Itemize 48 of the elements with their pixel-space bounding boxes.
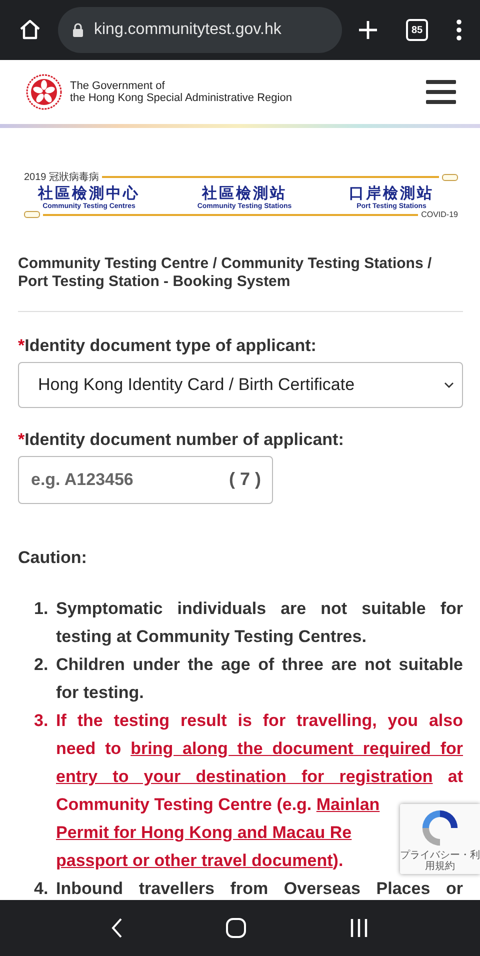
- document-type-select[interactable]: Hong Kong Identity Card / Birth Certificate: [18, 362, 463, 408]
- caution-text: If the testing result is for travelling, you also: [56, 710, 463, 732]
- tab-count-button[interactable]: 85: [406, 19, 428, 41]
- caution-text: entry to your destination for registration at: [56, 766, 463, 788]
- government-name: The Government of: [70, 80, 166, 92]
- recaptcha-badge[interactable]: プライバシー・利用規約: [400, 804, 480, 874]
- lock-icon: [72, 23, 84, 37]
- home-button-icon[interactable]: [225, 917, 247, 939]
- list-number: 3.: [34, 710, 50, 732]
- address-bar[interactable]: king.communitytest.gov.hk: [58, 7, 342, 53]
- swab-icon: [442, 174, 458, 180]
- government-name: the Hong Kong Special Administrative Region: [70, 92, 293, 104]
- new-tab-icon[interactable]: [358, 20, 378, 40]
- check-digit-label: ( 7 ): [228, 469, 261, 490]
- caution-text: for testing.: [56, 682, 144, 704]
- document-link[interactable]: Permit for Hong Kong and Macau Re: [56, 823, 352, 842]
- caution-text: Inbound travellers from Overseas Places or: [56, 878, 463, 900]
- page-title: Community Testing Centre / Community Testing Stations / Port Testing Station - Booking System: [18, 255, 433, 291]
- emblem-icon[interactable]: [26, 74, 62, 110]
- caution-text: testing at Community Testing Centres.: [56, 626, 366, 648]
- document-link[interactable]: bring along the document required for: [130, 739, 463, 758]
- document-link[interactable]: passport or other travel document: [56, 851, 333, 870]
- home-icon[interactable]: [18, 18, 42, 42]
- chevron-down-icon: [444, 382, 454, 388]
- banner-label: 2019 冠狀病毒病: [24, 170, 100, 184]
- banner-heading: 口岸檢測站: [349, 184, 434, 202]
- caution-text: Community Testing Centre (e.g. Mainlan: [56, 794, 380, 816]
- document-link[interactable]: Mainlan: [316, 795, 380, 814]
- more-icon[interactable]: [456, 19, 462, 41]
- list-number: 1.: [34, 598, 50, 620]
- back-icon[interactable]: [111, 917, 123, 939]
- recent-apps-icon[interactable]: [349, 918, 369, 938]
- document-link[interactable]: entry to your destination for registration: [56, 767, 433, 786]
- field-label: *Identity document number of applicant:: [18, 430, 345, 450]
- banner-heading: 社區檢測站: [202, 184, 287, 202]
- caution-text: passport or other travel document).: [56, 850, 344, 872]
- menu-icon[interactable]: [426, 80, 456, 104]
- caution-text: Children under the age of three are not suitable: [56, 654, 463, 676]
- banner-heading: 社區檢測中心: [38, 184, 140, 202]
- banner-label: COVID-19: [421, 210, 458, 219]
- caution-heading: Caution:: [18, 548, 88, 568]
- list-number: 4.: [34, 878, 50, 900]
- field-label: *Identity document type of applicant:: [18, 336, 318, 356]
- swab-icon: [24, 211, 40, 218]
- privacy-terms-link[interactable]: プライバシー・利用規約: [400, 850, 480, 872]
- list-number: 2.: [34, 654, 50, 676]
- caution-text: need to bring along the document required for: [56, 738, 463, 760]
- caution-text: Symptomatic individuals are not suitable for: [56, 598, 463, 620]
